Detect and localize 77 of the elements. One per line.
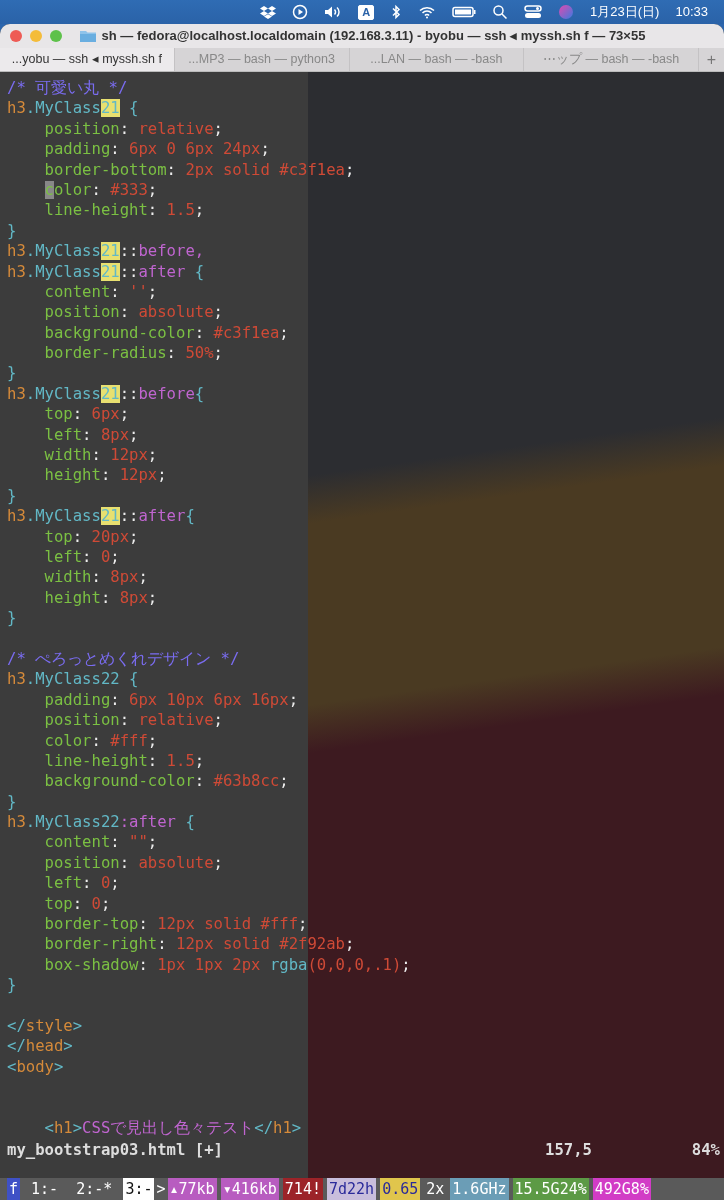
code-line: position: absolute; <box>43 852 223 874</box>
code-line: border-radius: 50%; <box>43 343 223 364</box>
code-line: padding: 6px 10px 6px 16px; <box>43 689 299 711</box>
code-line: position: relative; <box>43 118 223 140</box>
code-line: /* ぺろっとめくれデザイン */ <box>7 648 240 670</box>
code-line: left: 8px; <box>43 424 139 446</box>
code-line: /* 可愛い丸 */ <box>7 78 128 99</box>
code-line: height: 8px; <box>43 587 158 609</box>
battery-icon[interactable] <box>452 4 477 20</box>
code-line: line-height: 1.5; <box>43 750 205 772</box>
code-line: <body> <box>7 1056 64 1078</box>
input-source-icon[interactable]: A <box>358 4 375 20</box>
code-line: <h1>CSSで見出し色々テスト</h1> <box>43 1117 302 1139</box>
code-line: top: 0; <box>43 893 111 914</box>
code-line: } <box>7 485 17 507</box>
code-line: position: absolute; <box>43 302 223 323</box>
code-line: } <box>7 791 17 813</box>
code-line: width: 8px; <box>43 567 148 588</box>
code-line: } <box>7 363 17 384</box>
code-line: border-bottom: 2px solid #c3f1ea; <box>43 159 355 180</box>
code-line: </head> <box>7 1036 73 1057</box>
code-line: background-color: #c3f1ea; <box>43 322 289 344</box>
status-segment: ▾416kb <box>220 1178 279 1200</box>
status-segment: f <box>7 1178 21 1200</box>
play-circle-icon[interactable] <box>292 4 309 20</box>
code-line: h3.MyClass21::before, <box>7 241 205 262</box>
code-line: position: relative; <box>43 710 223 731</box>
close-button[interactable] <box>10 30 22 42</box>
code-line: h3.MyClass22 { <box>7 669 139 690</box>
volume-icon[interactable] <box>324 4 343 20</box>
status-segment: 15.5G24% <box>512 1178 589 1200</box>
code-line: left: 0; <box>43 547 120 568</box>
status-segment: 492G8% <box>592 1178 651 1200</box>
code-line: content: ""; <box>43 832 158 853</box>
code-line: content: ''; <box>43 281 158 303</box>
dropbox-icon[interactable] <box>260 4 277 20</box>
tab[interactable]: ...yobu — ssh ◂ myssh.sh f <box>0 48 174 71</box>
code-line: border-top: 12px solid #fff; <box>43 914 308 935</box>
menubar-clock[interactable]: 10:33 <box>675 2 708 22</box>
code-line: left: 0; <box>43 873 120 894</box>
code-line: width: 12px; <box>43 445 158 466</box>
menubar-date[interactable]: 1月23日(日) <box>590 2 660 22</box>
code-line: </style> <box>7 1015 83 1037</box>
code-line: box-shadow: 1px 1px 2px rgba(0,0,0,.1); <box>43 954 411 976</box>
new-tab-button[interactable]: + <box>698 48 724 71</box>
status-segment: 714! <box>282 1178 323 1200</box>
code-line: h3.MyClass22:after { <box>7 812 195 833</box>
code-line: } <box>7 608 17 629</box>
control-center-icon[interactable] <box>524 4 543 20</box>
cursor-position: 157,5 <box>545 1140 592 1161</box>
code-line: height: 12px; <box>43 465 167 486</box>
search-icon[interactable] <box>492 4 509 20</box>
code-line: line-height: 1.5; <box>43 200 205 221</box>
status-segment: 1.6GHz <box>450 1178 509 1200</box>
status-segment: 7d22h <box>326 1178 377 1200</box>
code-line: background-color: #63b8cc; <box>43 771 289 792</box>
code-line: border-right: 12px solid #2f92ab; <box>43 934 355 955</box>
code-line: color: #333; <box>43 179 158 201</box>
vim-filename: my_bootstrap03.html [+] <box>7 1140 223 1162</box>
wifi-icon[interactable] <box>418 4 437 20</box>
code-line: padding: 6px 0 6px 24px; <box>43 139 270 160</box>
code-line: } <box>7 220 17 242</box>
code-line: top: 20px; <box>43 526 139 547</box>
folder-icon <box>78 28 97 44</box>
scroll-percent: 84% <box>691 1140 721 1162</box>
window-title: sh — fedora@localhost.localdomain (192.168.3.11) - byobu — ssh ◂ myssh.sh f — 73×55 <box>101 27 646 46</box>
code-line: h3.MyClass21 { <box>7 98 139 119</box>
status-segment: 3:- <box>123 1178 155 1200</box>
code-line: h3.MyClass21::after{ <box>7 506 195 527</box>
status-segment: ▴77kb <box>167 1178 217 1200</box>
code-line: color: #fff; <box>43 730 158 751</box>
code-line: h3.MyClass21::after { <box>7 261 205 282</box>
code-line: top: 6px; <box>43 404 130 425</box>
status-segment: 0.65 <box>380 1178 421 1200</box>
code-line: } <box>7 975 17 996</box>
bluetooth-icon[interactable] <box>390 4 403 20</box>
code-line: h3.MyClass21::before{ <box>7 383 205 405</box>
